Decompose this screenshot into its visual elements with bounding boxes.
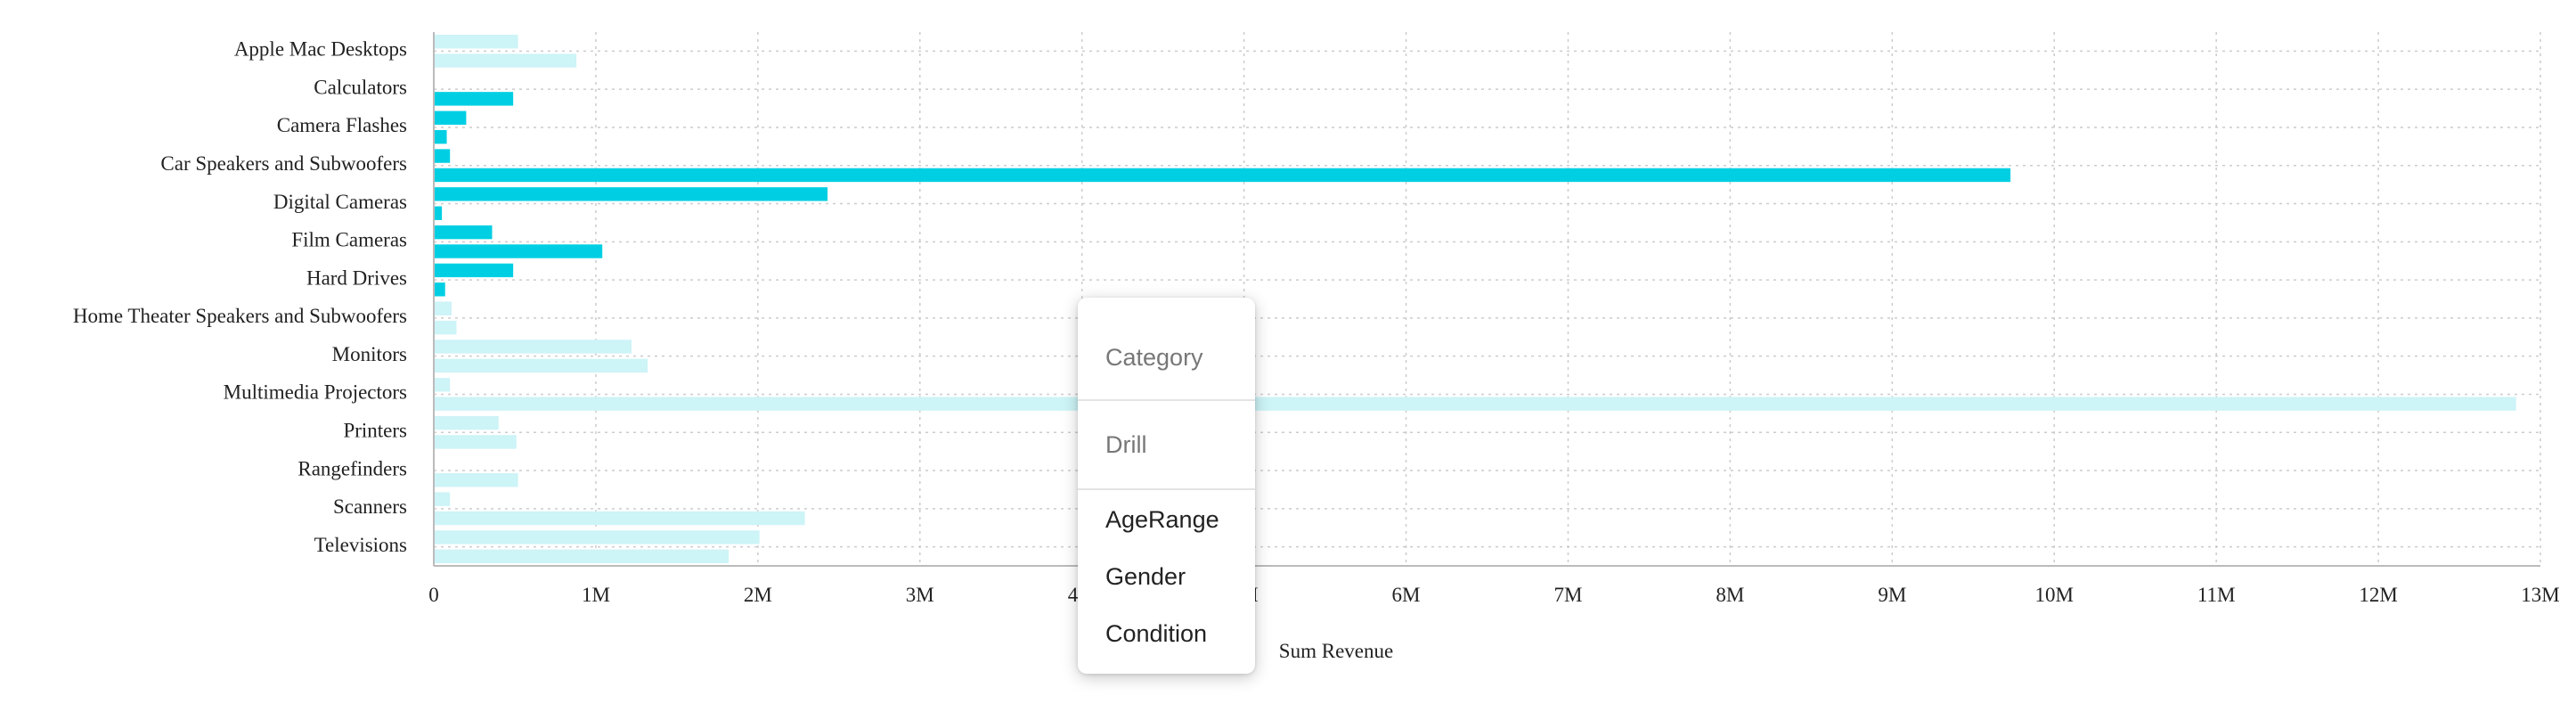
bar (434, 320, 457, 335)
x-tick-label: 7M (1553, 584, 1582, 606)
bar (434, 282, 445, 297)
bar (434, 263, 514, 278)
bar (434, 530, 760, 544)
x-tick-label: 0 (428, 584, 439, 606)
bar (434, 358, 648, 373)
bar (434, 397, 2516, 411)
category-label: Film Cameras (291, 229, 407, 251)
category-label: Scanners (333, 495, 407, 518)
bar (434, 435, 517, 449)
menu-item-condition[interactable]: Condition (1105, 620, 1207, 648)
category-labels: Apple Mac Desktops Calculators Camera Flas… (73, 38, 407, 556)
category-label: Home Theater Speakers and Subwoofers (73, 305, 407, 327)
category-label: Multimedia Projectors (224, 381, 407, 404)
bar (434, 149, 451, 163)
bar (434, 378, 451, 392)
category-label: Calculators (314, 76, 407, 98)
bar (434, 492, 451, 506)
x-tick-label: 10M (2035, 584, 2074, 606)
category-label: Printers (343, 420, 407, 442)
bar (434, 301, 452, 315)
x-tick-label: 8M (1716, 584, 1744, 606)
bar (434, 111, 467, 125)
menu-item-agerange[interactable]: AgeRange (1105, 506, 1219, 534)
x-tick-label: 13M (2521, 584, 2559, 606)
x-tick-label: 3M (906, 584, 934, 606)
bar (434, 415, 499, 430)
context-menu: Category Drill AgeRange Gender Condition (1078, 298, 1255, 674)
category-label: Rangefinders (298, 457, 407, 479)
category-label: Digital Cameras (273, 191, 407, 213)
category-label: Hard Drives (306, 266, 407, 289)
x-axis-title: Sum Revenue (1279, 640, 1393, 662)
grid (433, 32, 2541, 566)
context-menu-divider (1078, 399, 1255, 401)
category-label: Televisions (314, 534, 407, 556)
bar (434, 511, 805, 526)
bar (434, 168, 2011, 183)
bar (434, 225, 493, 240)
bar (434, 473, 518, 487)
bar (434, 53, 577, 68)
x-tick-label: 11M (2197, 584, 2236, 606)
context-menu-header-drill: Drill (1105, 431, 1147, 458)
bar (434, 129, 447, 144)
category-label: Car Speakers and Subwoofers (160, 152, 407, 175)
category-label: Apple Mac Desktops (234, 38, 407, 61)
bars (434, 34, 2516, 564)
category-label: Camera Flashes (277, 114, 407, 136)
bar (434, 34, 518, 49)
x-tick-label: 9M (1878, 584, 1906, 606)
bar (434, 206, 443, 220)
x-tick-label: 12M (2359, 584, 2397, 606)
context-menu-divider (1078, 488, 1255, 490)
bar (434, 244, 603, 258)
x-tick-label: 6M (1392, 584, 1421, 606)
bar (434, 549, 730, 564)
menu-item-gender[interactable]: Gender (1105, 563, 1186, 591)
bar (434, 340, 632, 354)
x-tick-label: 2M (744, 584, 772, 606)
axes (433, 32, 2540, 567)
category-label: Monitors (332, 343, 407, 365)
context-menu-header-category: Category (1105, 344, 1203, 371)
x-tick-labels: 01M2M3M4M5M6M7M8M9M10M11M12M13M (428, 584, 2559, 606)
bar (434, 92, 514, 106)
bar (434, 187, 828, 201)
x-tick-label: 1M (582, 584, 610, 606)
bar-chart: Apple Mac Desktops Calculators Camera Flas… (73, 32, 2560, 662)
